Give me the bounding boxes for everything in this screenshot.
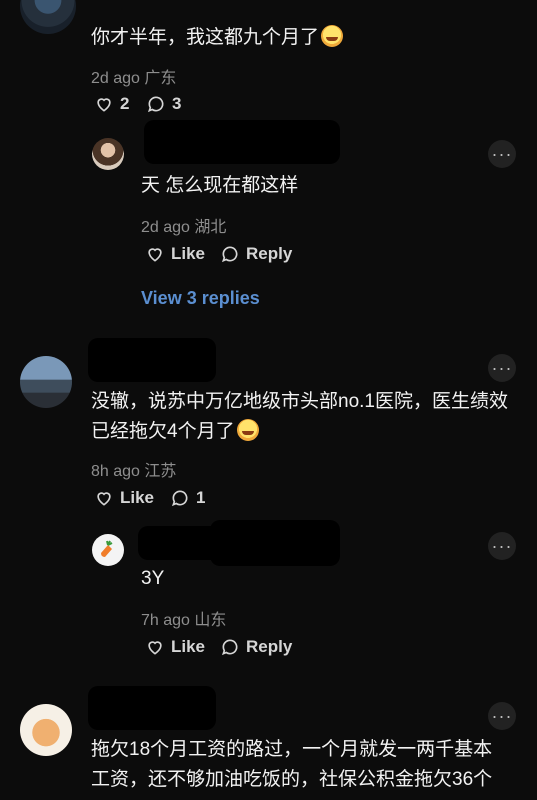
reply-count-button[interactable]: 1 (170, 488, 205, 508)
redacted-username (88, 686, 216, 730)
redacted-username (88, 338, 216, 382)
heart-icon (148, 248, 162, 262)
comment-text-line-1: 没辙，说苏中万亿地级市头部no.1医院，医生绩效 (91, 391, 508, 412)
crying-face-icon (321, 25, 344, 47)
crying-face-icon (236, 419, 259, 441)
reply-count: 3 (172, 94, 182, 113)
comment-location: 广东 (144, 70, 177, 87)
view-replies-link[interactable]: View 3 replies (141, 288, 260, 309)
like-count: 2 (120, 94, 130, 113)
comment-thread: 你才半年，我这都九个月了 2d ago 广东 2 3 ··· 天 怎么现在都这样… (0, 0, 537, 800)
reply-text: 天 怎么现在都这样 (141, 175, 299, 196)
like-button[interactable]: Like (145, 244, 205, 264)
reply-time: 7h ago (141, 612, 190, 629)
more-options-button[interactable]: ··· (488, 532, 516, 560)
comment-bubble-icon (147, 96, 164, 113)
comment-text-content: 已经拖欠4个月了 (91, 421, 235, 442)
comment-text-line-1: 拖欠18个月工资的路过，一个月就发一两千基本 (91, 739, 493, 760)
redacted-username (210, 520, 340, 566)
reply-text: 3Y (141, 568, 165, 589)
comment-meta: 2d ago 广东 (91, 64, 176, 88)
reply-location: 湖北 (194, 219, 227, 236)
like-label: Like (171, 244, 206, 263)
reply-button[interactable]: Reply (220, 637, 292, 657)
carrot-icon (101, 540, 113, 557)
comment-meta: 8h ago 江苏 (91, 457, 176, 481)
comment-text: 你才半年，我这都九个月了 (91, 22, 344, 54)
comment-bubble-icon (221, 639, 238, 656)
heart-icon (148, 641, 162, 655)
redacted-username (144, 120, 340, 164)
comment-text-content: 你才半年，我这都九个月了 (91, 27, 320, 48)
heart-icon (97, 492, 111, 506)
comment-time: 2d ago (91, 70, 140, 87)
like-button[interactable]: Like (145, 637, 205, 657)
heart-icon (97, 98, 111, 112)
like-button[interactable]: 2 (94, 94, 129, 114)
reply-location: 山东 (194, 612, 227, 629)
reply-count-button[interactable]: 3 (146, 94, 181, 114)
reply-meta: 2d ago 湖北 (141, 213, 226, 237)
comment-location: 江苏 (144, 463, 177, 480)
like-label: Like (120, 488, 155, 507)
reply-label: Reply (246, 244, 293, 263)
comment-time: 8h ago (91, 463, 140, 480)
avatar[interactable] (20, 704, 72, 756)
comment-bubble-icon (221, 246, 238, 263)
avatar[interactable] (92, 534, 124, 566)
comment-bubble-icon (171, 490, 188, 507)
comment-text-line-2: 已经拖欠4个月了 (91, 416, 259, 448)
reply-time: 2d ago (141, 219, 190, 236)
like-button[interactable]: Like (94, 488, 154, 508)
comment-text-line-2: 工资，还不够加油吃饭的，社保公积金拖欠36个 (91, 769, 493, 790)
avatar[interactable] (20, 356, 72, 408)
reply-meta: 7h ago 山东 (141, 606, 226, 630)
reply-label: Reply (246, 637, 293, 656)
reply-button[interactable]: Reply (220, 244, 292, 264)
more-options-button[interactable]: ··· (488, 702, 516, 730)
reply-count: 1 (196, 488, 206, 507)
more-options-button[interactable]: ··· (488, 354, 516, 382)
avatar[interactable] (20, 0, 76, 34)
avatar[interactable] (92, 138, 124, 170)
more-options-button[interactable]: ··· (488, 140, 516, 168)
like-label: Like (171, 637, 206, 656)
